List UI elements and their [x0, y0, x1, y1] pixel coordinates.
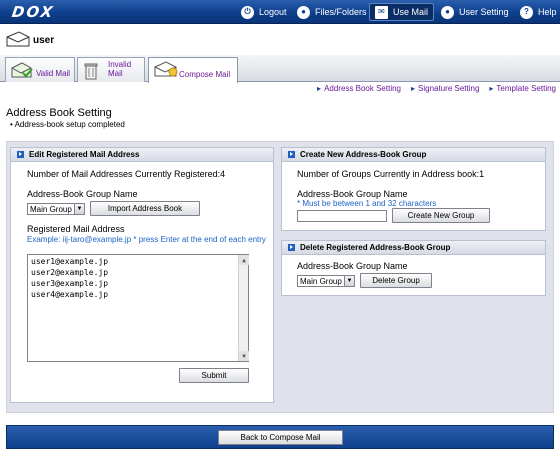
arrow-icon: ▸ — [489, 84, 494, 93]
tab-compose-mail-label: Compose Mail — [179, 70, 231, 79]
mail-tabs: Valid Mail Invalid Mail Compose Mail — [0, 55, 560, 83]
app-logo: DOX — [10, 3, 56, 21]
mail-icon: ✉ — [375, 5, 388, 19]
link-address-book-setting-label: Address Book Setting — [324, 84, 401, 93]
back-to-compose-button[interactable]: Back to Compose Mail — [218, 430, 343, 445]
panel-bullet-icon — [17, 151, 24, 158]
delete-group-panel: Delete Registered Address-Book Group Add… — [281, 240, 546, 296]
delete-group-select[interactable]: Main Group ▼ — [297, 275, 355, 287]
trash-icon — [84, 63, 98, 80]
compose-mail-icon — [154, 61, 178, 77]
chevron-down-icon: ▼ — [74, 204, 84, 214]
edit-panel-header: Edit Registered Mail Address — [11, 148, 273, 162]
create-group-panel: Create New Address-Book Group Number of … — [281, 147, 546, 231]
settings-sublinks: ▸ Address Book Setting ▸ Signature Setting… — [317, 84, 556, 93]
panel-bullet-icon — [288, 151, 295, 158]
delete-group-name-label: Address-Book Group Name — [297, 261, 408, 271]
address-line: user3@example.jp — [31, 279, 109, 288]
group-name-label: Address-Book Group Name — [27, 189, 138, 199]
delete-panel-title: Delete Registered Address-Book Group — [300, 243, 451, 252]
address-count: Number of Mail Addresses Currently Regis… — [27, 169, 226, 179]
address-line: user4@example.jp — [31, 290, 109, 299]
delete-panel-header: Delete Registered Address-Book Group — [282, 241, 545, 255]
status-message: • Address-book setup completed — [10, 120, 125, 129]
valid-mail-icon — [11, 62, 33, 78]
create-new-group-button[interactable]: Create New Group — [392, 208, 490, 223]
new-group-name-label: Address-Book Group Name — [297, 189, 408, 199]
create-panel-title: Create New Address-Book Group — [300, 150, 427, 159]
link-template-setting-label: Template Setting — [496, 84, 556, 93]
chevron-down-icon: ▼ — [344, 276, 354, 286]
tab-valid-mail[interactable]: Valid Mail — [5, 57, 75, 82]
nav-use-mail-label: Use Mail — [393, 7, 429, 17]
nav-files-folders[interactable]: ● Files/Folders — [292, 3, 372, 21]
nav-use-mail[interactable]: ✉ Use Mail — [369, 3, 435, 21]
tab-compose-mail[interactable]: Compose Mail — [148, 57, 238, 83]
nav-help-label: Help — [538, 7, 557, 17]
nav-logout[interactable]: ⏻ Logout — [236, 3, 292, 21]
tab-invalid-mail-label: Invalid Mail — [108, 60, 132, 78]
delete-group-select-value: Main Group — [300, 276, 342, 286]
nav-help[interactable]: ? Help — [515, 3, 560, 21]
user-icon: ● — [441, 5, 454, 19]
footer-bar: Back to Compose Mail — [6, 425, 554, 449]
scroll-down-icon[interactable]: ▼ — [239, 351, 249, 361]
address-line: user2@example.jp — [31, 268, 109, 277]
scroll-up-icon[interactable]: ▲ — [239, 255, 249, 265]
mail-envelope-icon — [6, 31, 30, 47]
group-name-constraint-note: * Must be between 1 and 32 characters — [297, 199, 437, 208]
edit-panel-title: Edit Registered Mail Address — [29, 150, 140, 159]
user-name: user — [33, 35, 55, 46]
textarea-scrollbar[interactable]: ▲ ▼ — [238, 255, 249, 361]
arrow-icon: ▸ — [411, 84, 416, 93]
group-select[interactable]: Main Group ▼ — [27, 203, 85, 215]
status-message-text: Address-book setup completed — [14, 120, 125, 129]
address-line: user1@example.jp — [31, 257, 109, 266]
example-note: Example: iij-taro@example.jp * press Ent… — [27, 235, 266, 244]
link-address-book-setting[interactable]: ▸ Address Book Setting — [317, 84, 401, 93]
tab-invalid-mail[interactable]: Invalid Mail — [77, 57, 145, 82]
import-address-book-button[interactable]: Import Address Book — [90, 201, 200, 216]
top-nav-bar: DOX ⏻ Logout ● Files/Folders ✉ Use Mail … — [0, 0, 560, 24]
delete-group-button[interactable]: Delete Group — [360, 273, 432, 288]
nav-user-setting-label: User Setting — [459, 7, 509, 17]
help-icon: ? — [520, 5, 533, 19]
create-panel-header: Create New Address-Book Group — [282, 148, 545, 162]
edit-address-panel: Edit Registered Mail Address Number of M… — [10, 147, 274, 403]
page-title: Address Book Setting — [6, 107, 112, 119]
arrow-icon: ▸ — [317, 84, 322, 93]
submit-button[interactable]: Submit — [179, 368, 249, 383]
registered-address-label: Registered Mail Address — [27, 224, 125, 234]
link-signature-setting[interactable]: ▸ Signature Setting — [411, 84, 479, 93]
group-count: Number of Groups Currently in Address bo… — [297, 169, 485, 179]
new-group-name-input[interactable] — [297, 210, 387, 222]
panel-bullet-icon — [288, 244, 295, 251]
user-row: user — [0, 25, 560, 55]
nav-files-label: Files/Folders — [315, 7, 367, 17]
address-list-textarea[interactable]: user1@example.jp user2@example.jp user3@… — [27, 254, 249, 362]
group-select-value: Main Group — [30, 204, 72, 214]
folder-icon: ● — [297, 5, 310, 19]
logout-icon: ⏻ — [241, 5, 254, 19]
nav-user-setting[interactable]: ● User Setting — [436, 3, 514, 21]
nav-logout-label: Logout — [259, 7, 287, 17]
tab-valid-mail-label: Valid Mail — [36, 69, 71, 78]
link-signature-setting-label: Signature Setting — [418, 84, 480, 93]
main-content-area: Edit Registered Mail Address Number of M… — [6, 141, 554, 413]
link-template-setting[interactable]: ▸ Template Setting — [489, 84, 556, 93]
